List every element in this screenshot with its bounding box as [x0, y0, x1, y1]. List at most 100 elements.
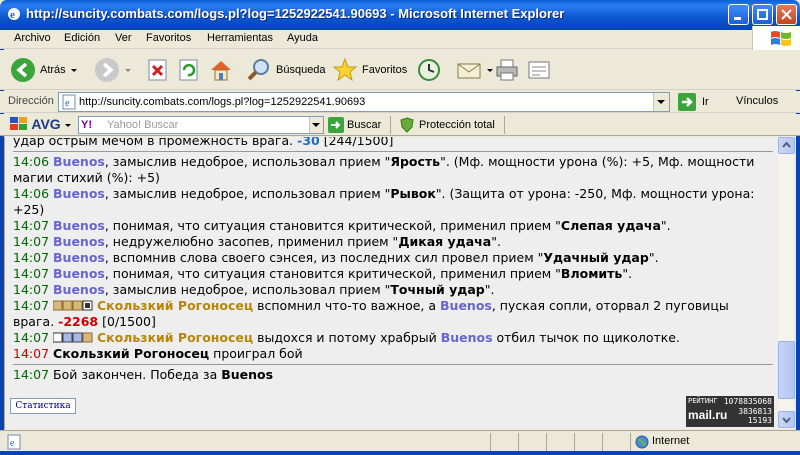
page-icon: e	[62, 94, 76, 110]
player-link[interactable]: Buenos	[53, 186, 105, 201]
go-label: Ir	[702, 96, 709, 108]
status-cell	[490, 433, 518, 451]
search-label: Búsqueda	[276, 64, 326, 76]
back-arrow-icon	[11, 58, 35, 82]
menu-file[interactable]: Archivo	[14, 32, 51, 44]
search-button-label: Buscar	[347, 119, 382, 131]
status-bar: e Internet	[0, 430, 800, 452]
log-entry: 14:07 Buenos, замыслив недоброе, использ…	[13, 282, 495, 297]
close-button[interactable]	[776, 4, 797, 25]
log-entry: 14:07 Бой закончен. Победа за Buenos	[13, 367, 274, 382]
player-link[interactable]: Buenos	[53, 234, 105, 249]
statistics-button[interactable]: Статистика	[10, 398, 76, 414]
battle-log: удар острым мечом в промежность врага. -…	[13, 137, 773, 383]
avg-logo[interactable]: AVG	[10, 116, 61, 132]
status-cell	[602, 433, 630, 451]
star-icon	[332, 57, 358, 82]
search-button[interactable]: Búsqueda	[246, 54, 326, 86]
avg-toolbar: AVG Y! Yahoo! Buscar Buscar Protección t…	[0, 114, 800, 136]
counter-label: РЕЙТИНГ	[688, 397, 718, 405]
damage-value: -2268	[58, 314, 99, 329]
maximize-icon	[757, 9, 768, 20]
chevron-down-icon	[657, 100, 665, 104]
go-arrow-icon	[678, 93, 696, 111]
player-link[interactable]: Buenos	[53, 266, 105, 281]
menu-help[interactable]: Ayuda	[287, 32, 318, 44]
shield-icon	[400, 117, 414, 133]
chevron-down-icon	[125, 69, 131, 72]
minimize-icon	[734, 17, 741, 20]
counter-value: 1078835068	[723, 397, 772, 406]
scroll-thumb[interactable]	[778, 341, 795, 399]
history-button[interactable]	[416, 54, 442, 86]
back-button[interactable]: Atrás	[10, 54, 78, 86]
yahoo-search-button[interactable]: Buscar	[328, 117, 381, 133]
stop-button[interactable]	[145, 54, 171, 86]
counter-value: 3836813	[738, 407, 772, 416]
scroll-down-button[interactable]	[778, 411, 795, 428]
player-link[interactable]: Buenos	[53, 250, 105, 265]
stop-icon	[148, 59, 167, 81]
log-line: удар острым мечом в промежность врага. -…	[13, 137, 773, 149]
address-dropdown[interactable]	[653, 93, 669, 111]
log-entry: 14:07 Скользкий Рогоносец вспомнил что-т…	[13, 298, 729, 329]
windows-flag-icon	[752, 26, 800, 50]
menu-edit[interactable]: Edición	[64, 32, 100, 44]
vertical-scrollbar[interactable]	[777, 137, 795, 429]
protection-label: Protección total	[419, 119, 495, 131]
security-zone-label: Internet	[652, 435, 690, 447]
edit-icon	[528, 61, 550, 79]
links-button[interactable]: Vínculos	[736, 95, 778, 107]
winner-name: Buenos	[221, 367, 274, 382]
address-label: Dirección	[8, 95, 54, 107]
log-entry: 14:06 Buenos, замыслив недоброе, использ…	[13, 186, 755, 217]
scroll-up-button[interactable]	[778, 137, 795, 154]
menu-favorites[interactable]: Favoritos	[146, 32, 191, 44]
go-button[interactable]: Ir	[678, 93, 709, 111]
yahoo-search-input[interactable]: Y! Yahoo! Buscar	[78, 116, 324, 134]
forward-button[interactable]	[94, 54, 132, 86]
enemy-link[interactable]: Скользкий Рогоносец	[97, 330, 253, 345]
log-entry: 14:06 Buenos, замыслив недоброе, использ…	[13, 154, 755, 185]
avg-logo-icon	[10, 117, 27, 130]
toolbar: Atrás Búsqueda Favoritos	[0, 50, 800, 90]
favorites-button[interactable]: Favoritos	[332, 54, 407, 86]
menu-bar: Archivo Edición Ver Favoritos Herramient…	[0, 26, 800, 50]
player-link[interactable]: Buenos	[440, 298, 492, 313]
svg-text:e: e	[10, 438, 15, 449]
mail-button[interactable]	[456, 54, 494, 86]
player-link[interactable]: Buenos	[53, 282, 105, 297]
menu-view[interactable]: Ver	[115, 32, 132, 44]
player-link[interactable]: Buenos	[53, 218, 105, 233]
search-dropdown[interactable]	[309, 117, 323, 133]
address-bar: Dirección e http://suncity.combats.com/l…	[0, 91, 800, 113]
address-input[interactable]: e http://suncity.combats.com/logs.pl?log…	[58, 92, 670, 112]
protection-button[interactable]: Protección total	[400, 117, 495, 133]
minimize-button[interactable]	[728, 4, 749, 25]
refresh-button[interactable]	[176, 54, 202, 86]
log-entry: 14:07 Скользкий Рогоносец проиграл бой	[13, 346, 303, 361]
maximize-button[interactable]	[752, 4, 773, 25]
title-bar[interactable]: e http://suncity.combats.com/logs.pl?log…	[0, 0, 800, 30]
page-status-icon: e	[7, 434, 21, 450]
close-icon	[781, 9, 792, 20]
log-entry: 14:07 Buenos, понимая, что ситуация стан…	[13, 266, 633, 281]
home-button[interactable]	[208, 54, 234, 86]
svg-text:e: e	[65, 98, 70, 109]
mailru-counter[interactable]: РЕЙТИНГ 1078835068 mail.ru 3836813 15193	[686, 396, 774, 427]
damage-value: -30	[297, 137, 320, 148]
menu-tools[interactable]: Herramientas	[207, 32, 273, 44]
edit-button[interactable]	[526, 54, 552, 86]
print-button[interactable]	[494, 54, 520, 86]
player-link[interactable]: Buenos	[53, 154, 105, 169]
globe-icon	[635, 435, 649, 449]
toolbar-divider	[390, 116, 391, 134]
chevron-down-icon[interactable]	[64, 121, 72, 131]
mail-icon	[457, 63, 481, 79]
status-cell	[546, 433, 574, 451]
counter-brand: mail.ru	[688, 408, 728, 422]
player-link[interactable]: Buenos	[441, 330, 493, 345]
enemy-link[interactable]: Скользкий Рогоносец	[97, 298, 253, 313]
page-content: удар острым мечом в промежность врага. -…	[4, 137, 777, 429]
toolbar-divider	[504, 116, 505, 134]
